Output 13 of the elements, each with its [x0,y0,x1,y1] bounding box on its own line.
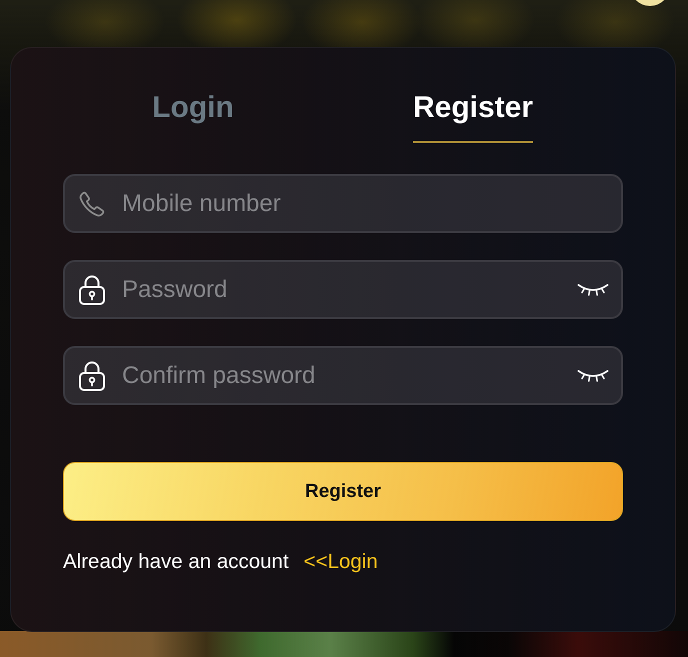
tab[interactable]: Login [152,90,234,143]
mobile-number-field[interactable]: Mobile number [63,174,623,233]
register-button[interactable]: Register [63,462,623,521]
tab[interactable]: Register [412,90,534,143]
closed-eye-icon[interactable] [577,282,609,296]
phone-icon [79,190,105,216]
password-field[interactable]: Password [63,260,623,319]
login-link[interactable]: <<Login [304,550,378,574]
lock-icon [79,274,105,304]
account-prompt-text: Already have an account [63,550,289,574]
lock-icon [79,360,105,390]
closed-eye-icon[interactable] [577,368,609,382]
password-field[interactable]: Confirm password [63,346,623,405]
